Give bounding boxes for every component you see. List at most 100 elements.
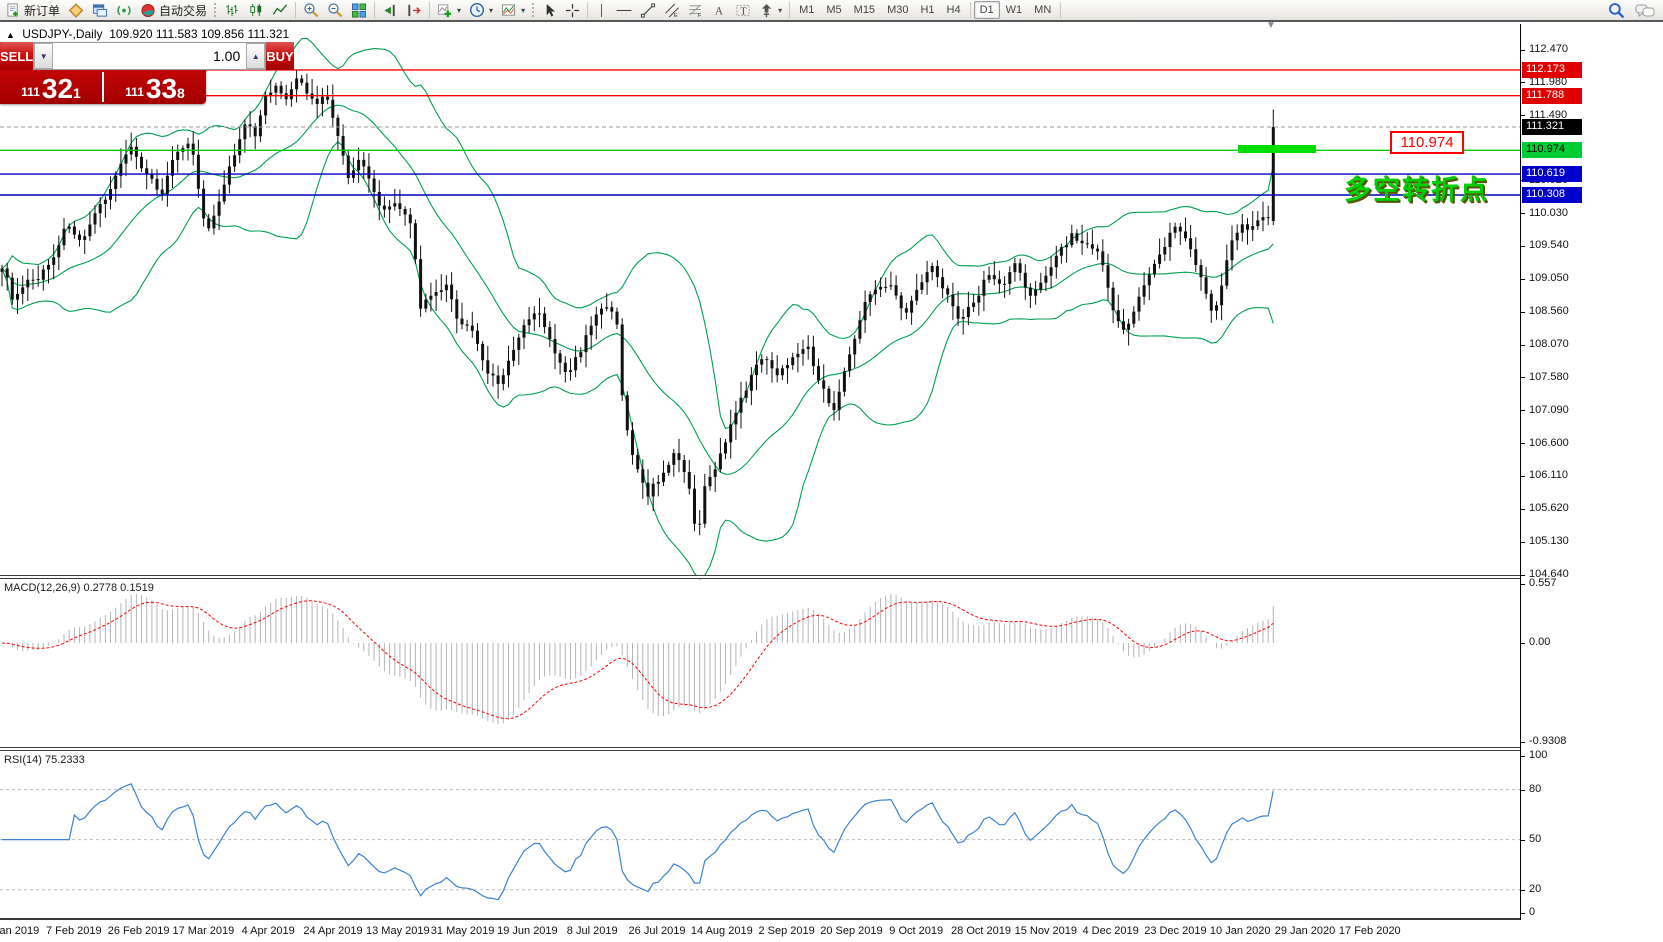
bar-chart-button[interactable] xyxy=(220,0,244,20)
chart-shift-button[interactable] xyxy=(402,0,426,20)
svg-text:F: F xyxy=(698,13,702,18)
price-tick-108.560: 108.560 xyxy=(1529,305,1569,317)
gold-diamond-icon xyxy=(68,3,84,18)
clock-icon xyxy=(469,2,485,18)
toolbar-grip[interactable] xyxy=(214,3,217,17)
timeframe-group-1: M1M5M15M30H1H4 xyxy=(793,1,967,19)
new-order-button[interactable]: 新订单 xyxy=(2,0,64,20)
pane-separator-macd[interactable] xyxy=(0,575,1663,579)
trendline-button[interactable] xyxy=(636,0,660,20)
pane-separator-rsi[interactable] xyxy=(0,747,1663,751)
timeframe-MN-button[interactable]: MN xyxy=(1028,1,1057,19)
timeframe-M30-button[interactable]: M30 xyxy=(881,1,914,19)
tick-mark xyxy=(1521,312,1525,313)
zoom-out-button[interactable] xyxy=(323,0,347,20)
text-label-icon: T xyxy=(735,3,751,18)
rsi-tick-0: 0 xyxy=(1529,906,1535,918)
bar-chart-icon xyxy=(224,3,240,18)
tick-mark xyxy=(1521,345,1525,346)
text-label-button[interactable]: T xyxy=(731,0,755,20)
chinese-annotation-text[interactable]: 多空转折点 xyxy=(1344,168,1489,207)
line-chart-button[interactable] xyxy=(268,0,292,20)
price-badge-110.974: 110.974 xyxy=(1522,142,1582,158)
timeframe-M5-button[interactable]: M5 xyxy=(820,1,847,19)
tick-mark xyxy=(1521,643,1525,644)
timeframe-H4-button[interactable]: H4 xyxy=(941,1,967,19)
price-tick-107.580: 107.580 xyxy=(1529,371,1569,383)
macd-histogram xyxy=(2,594,1273,724)
time-axis[interactable]: 20 Jan 20197 Feb 201926 Feb 201917 Mar 2… xyxy=(0,920,1663,942)
indicators-button[interactable]: ▾ xyxy=(433,0,465,20)
thick-green-level-segment[interactable] xyxy=(1238,145,1316,153)
timeframe-M15-button[interactable]: M15 xyxy=(848,1,881,19)
chart-ohlc-values: 109.920 111.583 109.856 111.321 xyxy=(109,27,289,41)
rsi-tick-100: 100 xyxy=(1529,749,1547,761)
tick-mark xyxy=(1521,410,1525,411)
price-axis[interactable]: 112.470111.980111.490110.520110.030109.5… xyxy=(1520,24,1663,920)
price-label-box[interactable]: 110.974 xyxy=(1390,131,1464,154)
volume-input[interactable] xyxy=(53,43,246,69)
price-badge-111.788: 111.788 xyxy=(1522,88,1582,104)
buy-button[interactable]: BUY xyxy=(266,42,293,70)
chart-symbol-period: USDJPY-,Daily xyxy=(22,27,102,41)
tile-windows-button[interactable] xyxy=(347,0,371,20)
autotrading-button[interactable]: 自动交易 xyxy=(136,0,211,20)
macd-label: MACD(12,26,9) 0.2778 0.1519 xyxy=(4,582,154,594)
chart-title: ▲ USDJPY-,Daily 109.920 111.583 109.856 … xyxy=(6,27,289,41)
date-label: 4 Apr 2019 xyxy=(242,925,295,937)
volume-decrease-button[interactable]: ▼ xyxy=(34,43,53,69)
sell-price-prefix: 111 xyxy=(21,85,40,99)
svg-text:T: T xyxy=(740,6,747,17)
signal-button[interactable] xyxy=(112,0,136,20)
svg-text:A: A xyxy=(715,5,724,17)
sell-button[interactable]: SELL xyxy=(0,42,33,70)
volume-increase-button[interactable]: ▲ xyxy=(246,43,265,69)
date-label: 23 Dec 2019 xyxy=(1144,925,1206,937)
equidistant-channel-button[interactable]: E xyxy=(660,0,684,20)
cursor-button[interactable] xyxy=(538,0,561,20)
zoom-in-button[interactable] xyxy=(299,0,323,20)
horizontal-line-button[interactable] xyxy=(612,0,636,20)
volume-spinner: ▼ ▲ xyxy=(33,42,266,70)
buy-price[interactable]: 111 33 8 xyxy=(104,70,206,104)
terminal-window-button[interactable] xyxy=(88,0,112,20)
timeframe-H1-button[interactable]: H1 xyxy=(914,1,940,19)
price-tick-109.050: 109.050 xyxy=(1529,272,1569,284)
sell-price[interactable]: 111 32 1 xyxy=(0,70,102,104)
timeframe-D1-button[interactable]: D1 xyxy=(974,1,1000,19)
tick-mark xyxy=(1521,756,1525,757)
candlestick-chart-button[interactable] xyxy=(244,0,268,20)
arrows-caret-icon: ▾ xyxy=(778,6,782,15)
toolbar-grip[interactable] xyxy=(532,3,535,17)
search-icon[interactable] xyxy=(1608,2,1625,19)
macd-tick-0.00: 0.00 xyxy=(1529,636,1550,648)
tick-mark xyxy=(1521,742,1525,743)
date-label: 4 Dec 2019 xyxy=(1082,925,1138,937)
timeframe-W1-button[interactable]: W1 xyxy=(1000,1,1029,19)
arrows-button[interactable]: ▾ xyxy=(755,0,786,20)
text-icon: A xyxy=(712,3,727,18)
vertical-line-button[interactable] xyxy=(591,0,612,20)
tick-mark xyxy=(1521,213,1525,214)
auto-scroll-button[interactable] xyxy=(378,0,402,20)
metaeditor-button[interactable] xyxy=(64,0,88,20)
sell-price-sup: 1 xyxy=(73,85,81,101)
chart-shift-marker-icon[interactable]: ▼ xyxy=(1266,20,1276,31)
one-click-trading-panel: SELL ▼ ▲ BUY 111 32 1 111 33 8 xyxy=(0,42,206,104)
templates-button[interactable]: ▾ xyxy=(497,0,529,20)
crosshair-button[interactable] xyxy=(561,0,584,20)
text-button[interactable]: A xyxy=(708,0,731,20)
tick-mark xyxy=(1521,840,1525,841)
timeframe-group-2: D1W1MN xyxy=(974,1,1058,19)
date-label: 19 Jun 2019 xyxy=(497,925,558,937)
tile-windows-icon xyxy=(351,3,367,18)
chart-window[interactable]: ▲ USDJPY-,Daily 109.920 111.583 109.856 … xyxy=(0,24,1663,942)
fibonacci-button[interactable]: F xyxy=(684,0,708,20)
timeframe-M1-button[interactable]: M1 xyxy=(793,1,820,19)
chart-plot-canvas[interactable] xyxy=(0,24,1520,920)
tick-mark xyxy=(1521,913,1525,914)
collapse-triangle-icon[interactable]: ▲ xyxy=(6,30,15,40)
main-toolbar: 新订单 自动交易 ▾ ▾ xyxy=(0,0,1663,22)
periods-button[interactable]: ▾ xyxy=(465,0,497,20)
chat-icon[interactable] xyxy=(1635,3,1655,19)
